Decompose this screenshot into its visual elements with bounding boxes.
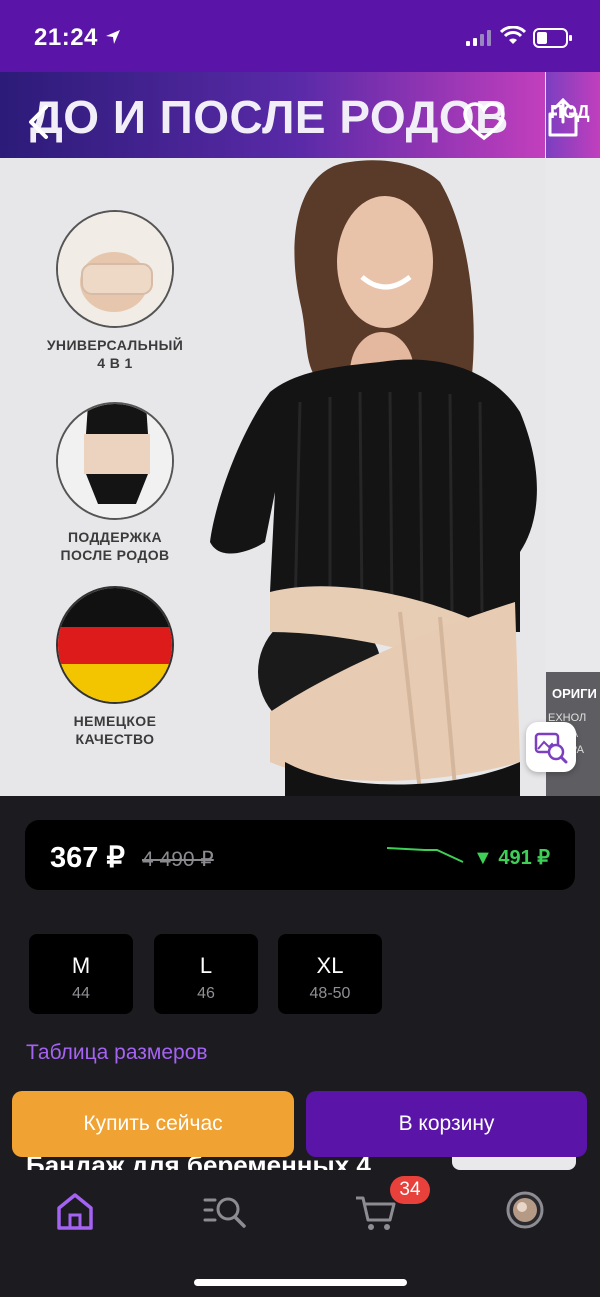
size-table-link[interactable]: Таблица размеров bbox=[26, 1041, 208, 1065]
location-arrow-icon bbox=[106, 30, 120, 44]
feature-image-universal bbox=[56, 210, 174, 328]
feature-postpartum: ПОДДЕРЖКА ПОСЛЕ РОДОВ bbox=[40, 402, 190, 564]
size-name: M bbox=[71, 953, 91, 978]
favorite-heart-icon[interactable] bbox=[462, 102, 506, 142]
product-image-gallery[interactable]: ДО И ПОСЛЕ РОДОВ УНИВЕРСАЛЬНЫЙ 4 В 1 ПОД… bbox=[0, 72, 600, 796]
feature-label: ПОДДЕРЖКА ПОСЛЕ РОДОВ bbox=[60, 529, 170, 563]
feature-german-quality: НЕМЕЦКОЕ КАЧЕСТВО bbox=[40, 586, 190, 748]
status-time: 21:24 bbox=[34, 24, 98, 51]
size-number: 46 bbox=[197, 985, 215, 1002]
current-price: 367 ₽ bbox=[50, 842, 125, 874]
price-drop: ▼ 491 ₽ bbox=[473, 847, 551, 869]
size-option-xl[interactable]: XL 48-50 bbox=[278, 934, 382, 1014]
back-chevron-icon[interactable] bbox=[26, 104, 52, 140]
tab-catalog[interactable] bbox=[200, 1190, 250, 1234]
wifi-icon bbox=[500, 26, 526, 44]
feature-image-postpartum bbox=[56, 402, 174, 520]
buy-now-button[interactable]: Купить сейчас bbox=[12, 1091, 294, 1157]
size-option-l[interactable]: L 46 bbox=[154, 934, 258, 1014]
add-to-cart-button[interactable]: В корзину bbox=[306, 1091, 587, 1157]
price-card[interactable]: 367 ₽ 4 490 ₽ ▼ 491 ₽ bbox=[25, 820, 575, 890]
germany-flag-icon bbox=[56, 586, 174, 704]
cellular-signal-icon bbox=[466, 30, 491, 46]
share-icon[interactable] bbox=[546, 98, 580, 138]
feature-label: УНИВЕРСАЛЬНЫЙ 4 В 1 bbox=[46, 337, 184, 371]
tab-home[interactable] bbox=[50, 1190, 100, 1234]
tab-profile[interactable] bbox=[500, 1190, 550, 1234]
size-number: 44 bbox=[72, 985, 90, 1002]
catalog-search-icon bbox=[203, 1197, 246, 1228]
size-option-m[interactable]: M 44 bbox=[29, 934, 133, 1014]
old-price: 4 490 ₽ bbox=[142, 848, 214, 871]
image-search-icon bbox=[534, 732, 568, 764]
next-slide-title: ОРИГИ bbox=[552, 686, 597, 701]
size-name: L bbox=[199, 953, 213, 978]
cart-count-badge: 34 bbox=[390, 1176, 430, 1204]
feature-label: НЕМЕЦКОЕ КАЧЕСТВО bbox=[73, 713, 157, 747]
price-trend-sparkline bbox=[386, 847, 464, 863]
status-bar: 21:24 bbox=[0, 0, 600, 72]
size-name: XL bbox=[316, 953, 344, 978]
next-gallery-slide[interactable]: ПОД ОРИГИ ЕХНОЛ ЕНДА ЕНТРА bbox=[546, 72, 600, 796]
size-number: 48-50 bbox=[309, 985, 351, 1002]
profile-avatar bbox=[506, 1191, 544, 1229]
battery-icon bbox=[533, 28, 572, 48]
home-icon bbox=[57, 1193, 93, 1230]
visual-search-button[interactable] bbox=[526, 722, 576, 772]
bottom-tab-bar bbox=[0, 1170, 600, 1297]
feature-universal: УНИВЕРСАЛЬНЫЙ 4 В 1 bbox=[40, 210, 190, 372]
home-indicator bbox=[194, 1279, 407, 1286]
